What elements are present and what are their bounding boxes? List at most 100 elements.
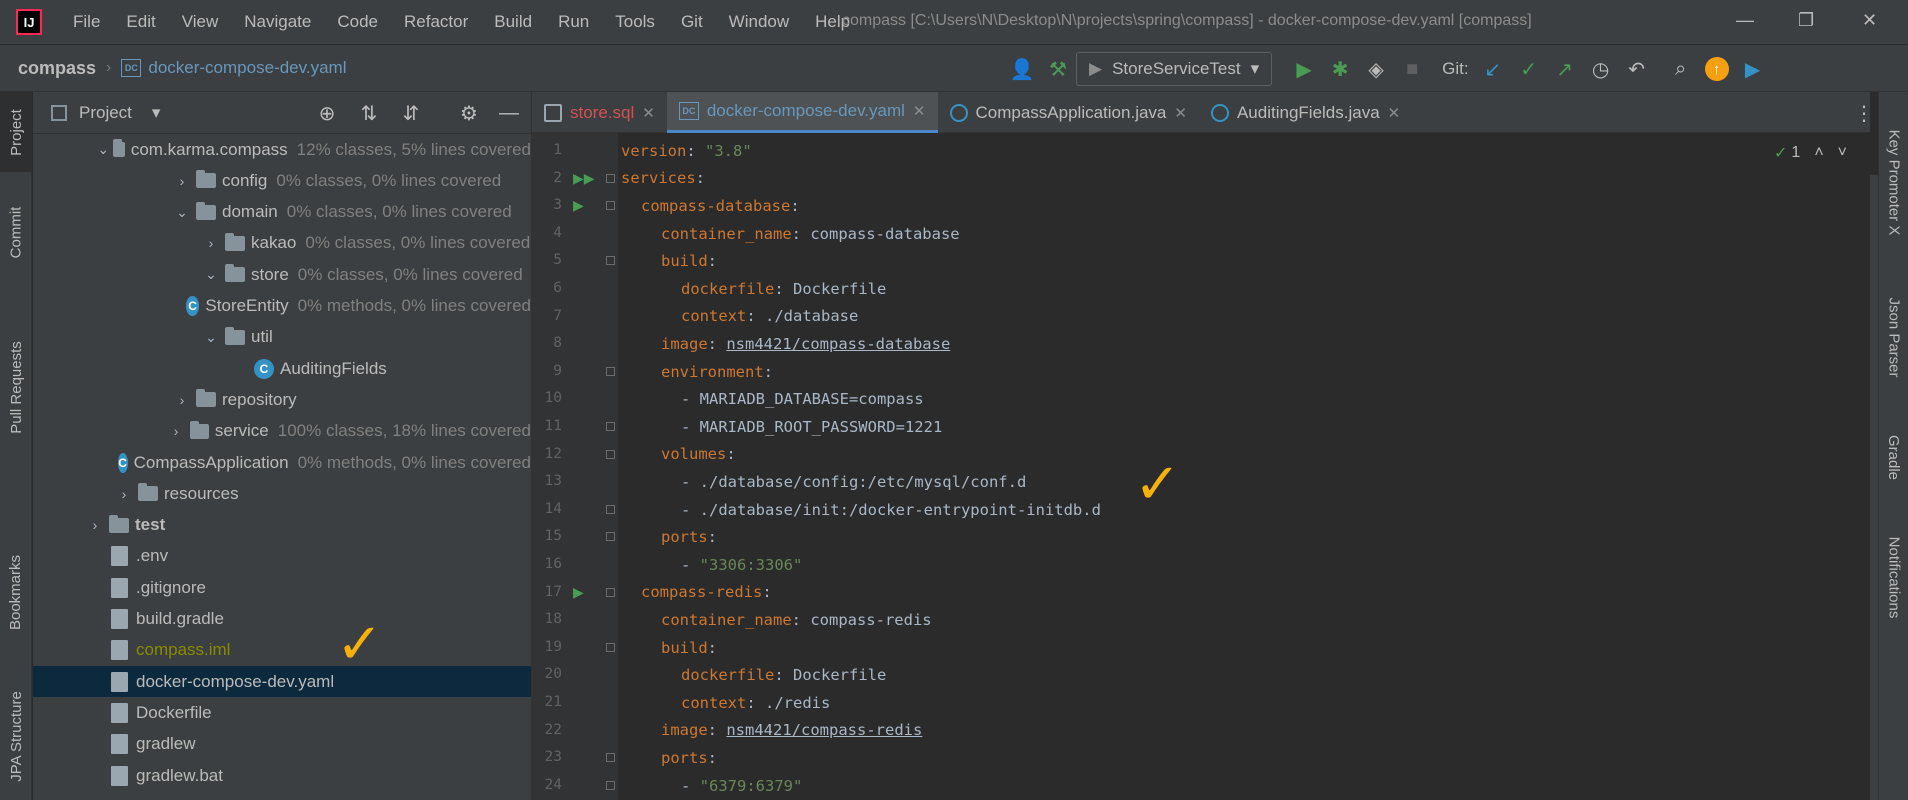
run-gutter-icon[interactable]: ▶▶ [573, 170, 595, 187]
chevron-right-icon[interactable]: › [201, 235, 221, 251]
tree-item[interactable]: C AuditingFields [33, 353, 531, 384]
menu-navigate[interactable]: Navigate [231, 12, 324, 32]
locate-icon[interactable]: ⊕ [309, 95, 345, 131]
search-icon[interactable]: ⌕ [1663, 51, 1699, 87]
chevron-up-icon[interactable]: ˄ [1814, 144, 1823, 162]
menu-edit[interactable]: Edit [113, 12, 168, 32]
run-icon[interactable]: ▶ [1286, 51, 1322, 87]
git-update-icon[interactable]: ↙ [1475, 51, 1511, 87]
chevron-down-icon[interactable]: ▾ [152, 103, 161, 123]
run-gutter-icon[interactable]: ▶ [573, 197, 584, 214]
close-icon[interactable]: ✕ [642, 104, 655, 122]
fold-marker-icon[interactable] [606, 422, 615, 431]
tree-item[interactable]: .gitignore [33, 572, 531, 603]
editor-scrollbar[interactable] [1870, 175, 1878, 800]
tree-item[interactable]: C StoreEntity 0% methods, 0% lines covered [33, 291, 531, 322]
tool-tab-commit[interactable]: Commit [0, 192, 32, 272]
fold-marker-icon[interactable] [606, 532, 615, 542]
close-icon[interactable]: ✕ [1174, 104, 1187, 122]
breadcrumb-project[interactable]: compass [18, 58, 96, 79]
menu-build[interactable]: Build [481, 12, 545, 32]
fold-marker-icon[interactable] [606, 642, 615, 652]
tool-tab-jpa-structure[interactable]: JPA Structure [0, 672, 32, 800]
editor-tab[interactable]: DC docker-compose-dev.yaml ✕ [666, 92, 938, 133]
fold-marker-icon[interactable] [606, 780, 615, 790]
editor-tab[interactable]: AuditingFields.java ✕ [1199, 92, 1412, 133]
chevron-right-icon[interactable]: › [172, 392, 192, 408]
tree-item[interactable]: ⌄ domain 0% classes, 0% lines covered [33, 197, 531, 228]
inspection-widget[interactable]: ✓ 1 ˄ ˅ [1774, 143, 1847, 163]
run-gutter-icon[interactable]: ▶ [573, 584, 584, 601]
tree-item[interactable]: ⌄ store 0% classes, 0% lines covered [33, 259, 531, 290]
expand-all-icon[interactable]: ⇅ [351, 95, 387, 131]
tool-tab-bookmarks[interactable]: Bookmarks [0, 542, 32, 642]
fold-marker-icon[interactable] [606, 449, 615, 459]
fold-marker-icon[interactable] [606, 753, 615, 763]
chevron-down-icon[interactable]: ⌄ [201, 266, 221, 283]
tree-item[interactable]: .env [33, 541, 531, 572]
tree-item[interactable]: gradlew [33, 729, 531, 760]
menu-code[interactable]: Code [324, 12, 391, 32]
editor-tab[interactable]: store.sql ✕ [532, 92, 667, 133]
tree-item[interactable]: compass.iml [33, 635, 531, 666]
tree-item[interactable]: › config 0% classes, 0% lines covered [33, 165, 531, 196]
tree-item[interactable]: › resources [33, 478, 531, 509]
tree-item[interactable]: build.gradle [33, 604, 531, 635]
tree-item[interactable]: Dockerfile [33, 697, 531, 728]
menu-tools[interactable]: Tools [602, 12, 668, 32]
chevron-right-icon[interactable]: › [166, 423, 185, 439]
tool-tab-gradle[interactable]: Gradle [1879, 412, 1908, 502]
breadcrumb-file[interactable]: docker-compose-dev.yaml [148, 58, 346, 78]
project-view-selector[interactable]: Project [79, 103, 132, 123]
close-window-icon[interactable]: ✕ [1862, 10, 1877, 31]
update-icon[interactable]: ↑ [1699, 51, 1735, 87]
minimize-icon[interactable]: — [1736, 10, 1754, 31]
menu-refactor[interactable]: Refactor [391, 12, 481, 32]
git-push-icon[interactable]: ↗ [1547, 51, 1583, 87]
tool-tab-key-promoter[interactable]: Key Promoter X [1879, 102, 1908, 262]
chevron-down-icon[interactable]: ⌄ [201, 329, 221, 346]
editor-tab[interactable]: CompassApplication.java ✕ [938, 92, 1199, 133]
tree-item[interactable]: › test [33, 510, 531, 541]
menu-git[interactable]: Git [668, 12, 716, 32]
menu-view[interactable]: View [169, 12, 232, 32]
rollback-icon[interactable]: ↶ [1619, 51, 1655, 87]
chevron-right-icon[interactable]: › [172, 173, 192, 189]
chevron-right-icon[interactable]: › [114, 486, 134, 502]
close-icon[interactable]: ✕ [1388, 104, 1401, 122]
more-tabs-icon[interactable]: ⋮ [1846, 95, 1882, 131]
menu-window[interactable]: Window [716, 12, 802, 32]
coverage-icon[interactable]: ◈ [1358, 51, 1394, 87]
debug-icon[interactable]: ✱ [1322, 51, 1358, 87]
chevron-down-icon[interactable]: ⌄ [97, 141, 109, 158]
hide-icon[interactable]: — [491, 95, 527, 131]
restore-icon[interactable]: ❐ [1798, 10, 1814, 31]
tree-item[interactable]: ⌄ com.karma.compass 12% classes, 5% lines … [33, 134, 531, 165]
chevron-right-icon[interactable]: › [85, 517, 105, 533]
tree-item[interactable]: › service 100% classes, 18% lines covered [33, 416, 531, 447]
tool-tab-pull-requests[interactable]: Pull Requests [0, 322, 32, 452]
fold-marker-icon[interactable] [606, 366, 615, 376]
fold-marker-icon[interactable] [606, 504, 615, 514]
history-icon[interactable]: ◷ [1583, 51, 1619, 87]
menu-run[interactable]: Run [545, 12, 602, 32]
tool-tab-notifications[interactable]: Notifications [1879, 512, 1908, 642]
tool-tab-project[interactable]: Project [0, 92, 32, 172]
gear-icon[interactable]: ⚙ [451, 95, 487, 131]
close-icon[interactable]: ✕ [913, 102, 926, 120]
chevron-down-icon[interactable]: ˅ [1838, 144, 1847, 162]
fold-marker-icon[interactable] [606, 587, 615, 597]
tree-item[interactable]: › kakao 0% classes, 0% lines covered [33, 228, 531, 259]
run-config-selector[interactable]: ▶ StoreServiceTest ▾ [1076, 52, 1273, 86]
collapse-all-icon[interactable]: ⇵ [393, 95, 429, 131]
tool-tab-json-parser[interactable]: Json Parser [1879, 282, 1908, 392]
build-hammer-icon[interactable]: ⚒ [1040, 51, 1076, 87]
chevron-down-icon[interactable]: ⌄ [172, 204, 192, 221]
tree-item[interactable]: gradlew.bat [33, 760, 531, 791]
fold-marker-icon[interactable] [606, 173, 615, 183]
tree-item[interactable]: ⌄ util [33, 322, 531, 353]
user-icon[interactable]: 👤 [1004, 51, 1040, 87]
menu-file[interactable]: File [60, 12, 113, 32]
code-with-me-icon[interactable]: ▶ [1735, 51, 1771, 87]
tree-item[interactable]: docker-compose-dev.yaml [33, 666, 531, 698]
